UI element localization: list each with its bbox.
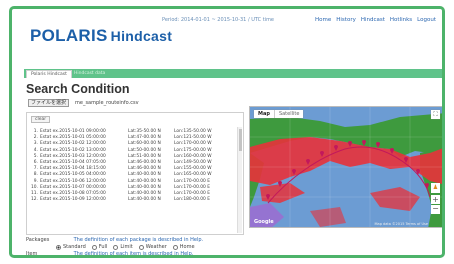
list-scroll-thumb[interactable] [239,129,242,151]
route-lat: Lat:40-00.00 N [128,197,161,203]
map-canvas [250,107,442,227]
route-number: 12. [31,197,38,203]
file-name: me_sample_routeinfo.csv [75,100,139,106]
package-radio-1[interactable]: Full [91,244,108,250]
page-title: Search Condition [26,82,130,96]
app-window: POLARIS Hindcast Period: 2014-01-01 ~ 201… [9,6,445,258]
radio-label: Weather [145,244,167,250]
route-list: 1. Estat ex.2015-10-01 09:00:00 Lat:35-50.… [30,129,224,203]
radio-dot[interactable] [138,244,144,250]
packages-radio-group: Standard Full Limit Weather Home [56,244,195,250]
route-name: Estat ex.2015-10-09 12:00:00 [40,197,106,203]
radio-dot[interactable] [172,244,178,250]
map-tab-satellite[interactable]: Satellite [273,110,303,118]
radio-label: Limit [120,244,133,250]
tab-polaris-hindcast[interactable]: Polaris Hindcast [26,70,72,78]
route-row[interactable]: 12. Estat ex.2015-10-09 12:00:00 Lat:40-00… [30,197,224,203]
packages-label: Packages [26,237,50,243]
polaris-logo[interactable]: POLARIS Hindcast [30,26,172,46]
route-list-panel: clear 1. Estat ex.2015-10-01 09:00:00 Lat:… [26,112,244,235]
top-nav: Home History Hindcast Hotlinks Logout [315,17,436,23]
nav-hindcast[interactable]: Hindcast [361,17,385,23]
packages-help-note: The definition of each package is descri… [73,237,204,243]
nav-home[interactable]: Home [315,17,331,23]
zoom-in-button[interactable]: + [431,195,440,204]
fullscreen-icon[interactable]: ⛶ [431,110,440,119]
map-view[interactable]: Map Satellite ⛶ ♟ + − Google Map data ©2… [249,106,442,228]
period-text: Period: 2014-01-01 ~ 2015-10-31 / UTC ti… [162,17,275,23]
radio-label: Standard [63,244,86,250]
radio-label: Full [98,244,108,250]
choose-file-button[interactable]: ファイルを選択 [28,99,70,107]
google-logo: Google [254,219,274,225]
packages-row: Packages The definition of each package … [26,237,203,243]
package-radio-0[interactable]: Standard [56,244,86,250]
map-attribution: Map data ©2015 Terms of Use [374,222,428,226]
nav-hotlinks[interactable]: Hotlinks [390,17,412,23]
logo-main: POLARIS [30,26,108,45]
package-radio-2[interactable]: Limit [113,244,133,250]
items-row: Item The definition of each item is desc… [26,251,194,257]
radio-label: Home [179,244,195,250]
items-label: Item [26,251,38,257]
package-radio-3[interactable]: Weather [138,244,167,250]
nav-logout[interactable]: Logout [417,17,436,23]
package-radio-4[interactable]: Home [172,244,195,250]
pegman-icon[interactable]: ♟ [431,183,440,193]
tab-hindcast-data[interactable]: Hindcast data [70,70,109,78]
zoom-out-button[interactable]: − [431,205,440,214]
clear-button[interactable]: clear [31,116,51,123]
map-tab-map[interactable]: Map [254,110,274,118]
logo-sub: Hindcast [110,28,173,44]
radio-dot[interactable] [56,244,61,250]
radio-dot[interactable] [91,244,97,250]
radio-dot[interactable] [113,244,119,250]
map-type-tabs: Map Satellite [254,110,304,118]
nav-history[interactable]: History [336,17,356,23]
items-help-note: The definition of each item is described… [73,251,194,257]
route-lon: Lon:180-00.00 E [174,197,211,203]
